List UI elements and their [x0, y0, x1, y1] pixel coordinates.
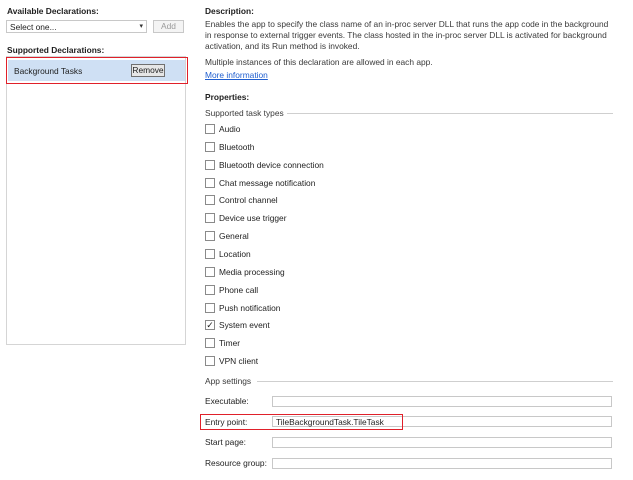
task-type-label: VPN client — [219, 356, 259, 366]
checkbox[interactable] — [205, 124, 215, 134]
checkbox[interactable] — [205, 178, 215, 188]
task-type-label: Bluetooth — [219, 142, 255, 152]
checkbox[interactable] — [205, 160, 215, 170]
task-type-label: Device use trigger — [219, 213, 287, 223]
resource-group-field[interactable] — [272, 458, 612, 469]
task-type-label: Control channel — [219, 195, 278, 205]
checkbox[interactable] — [205, 195, 215, 205]
add-button[interactable]: Add — [153, 20, 184, 33]
checkbox[interactable] — [205, 213, 215, 223]
resource-group-label: Resource group: — [205, 458, 267, 468]
app-settings-label: App settings — [205, 376, 252, 386]
checkbox[interactable] — [205, 338, 215, 348]
supported-task-types-label: Supported task types — [205, 108, 284, 118]
description-label: Description: — [205, 6, 254, 16]
checkbox[interactable] — [205, 249, 215, 259]
task-type-label: General — [219, 231, 249, 241]
checkbox[interactable] — [205, 303, 215, 313]
multiple-instances-text: Multiple instances of this declaration a… — [205, 57, 433, 67]
task-type-label: Phone call — [219, 285, 259, 295]
task-type-label: Location — [219, 249, 251, 259]
description-text: Enables the app to specify the class nam… — [205, 19, 609, 51]
checkbox[interactable] — [205, 356, 215, 366]
start-page-field[interactable] — [272, 437, 612, 448]
task-type-label: Audio — [219, 124, 241, 134]
task-type-label: Chat message notification — [219, 178, 316, 188]
task-type-label: System event — [219, 320, 270, 330]
start-page-label: Start page: — [205, 437, 246, 447]
task-type-label: Timer — [219, 338, 241, 348]
section-divider — [257, 381, 613, 382]
declaration-select-value: Select one... — [10, 22, 57, 32]
declaration-select[interactable]: Select one... ▾ — [6, 20, 147, 33]
checkmark-icon[interactable]: ✓ — [205, 320, 215, 330]
checkbox[interactable] — [205, 142, 215, 152]
chevron-down-icon: ▾ — [139, 23, 143, 30]
checkbox[interactable] — [205, 285, 215, 295]
task-type-label: Media processing — [219, 267, 285, 277]
highlight-box-declaration — [6, 57, 188, 84]
highlight-box-entry-point — [200, 414, 403, 430]
executable-label: Executable: — [205, 396, 249, 406]
properties-label: Properties: — [205, 92, 250, 102]
section-divider — [287, 113, 613, 114]
checkbox[interactable] — [205, 267, 215, 277]
checkbox[interactable] — [205, 231, 215, 241]
supported-declarations-label: Supported Declarations: — [7, 45, 105, 55]
available-declarations-label: Available Declarations: — [7, 6, 99, 16]
more-information-link[interactable]: More information — [205, 70, 268, 80]
task-type-label: Bluetooth device connection — [219, 160, 324, 170]
task-type-label: Push notification — [219, 303, 281, 313]
executable-field[interactable] — [272, 396, 612, 407]
supported-declarations-list — [6, 56, 186, 345]
